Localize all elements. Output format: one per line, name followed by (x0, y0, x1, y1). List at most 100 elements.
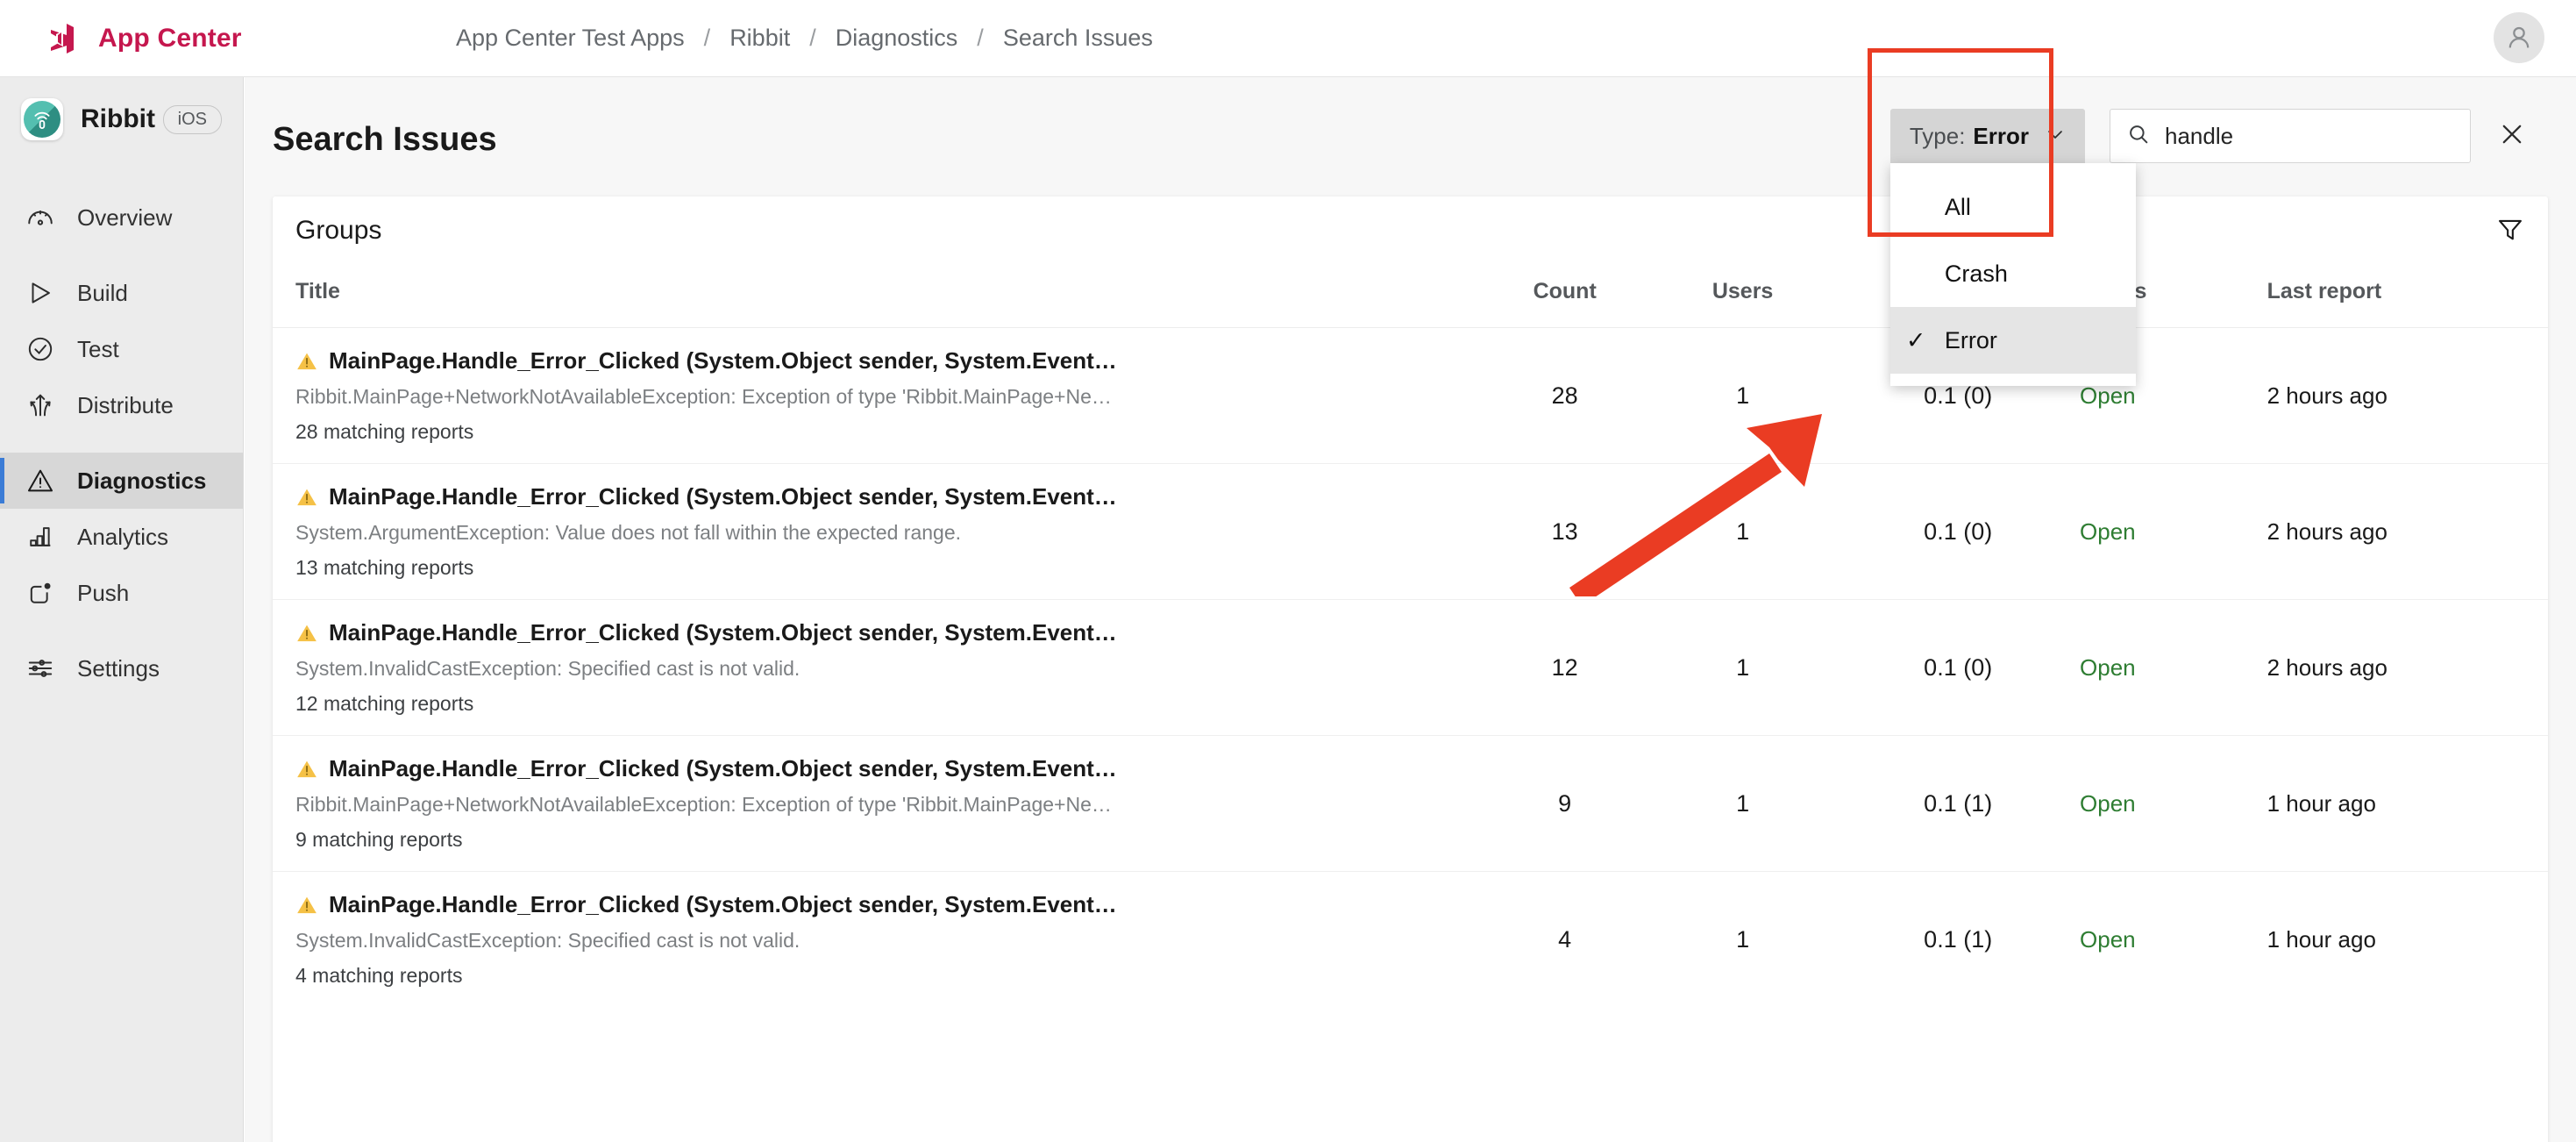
gauge-icon (23, 200, 58, 235)
cell-last-report: 2 hours ago (2266, 599, 2548, 736)
sidebar-item-label: Diagnostics (77, 467, 207, 494)
issue-title: MainPage.Handle_Error_Clicked (System.Ob… (329, 755, 1117, 782)
issues-table-body: MainPage.Handle_Error_Clicked (System.Ob… (273, 327, 2548, 1008)
search-icon (2126, 122, 2151, 151)
dropdown-option-error[interactable]: ✓ Error (1889, 307, 2136, 374)
issue-title: MainPage.Handle_Error_Clicked (System.Ob… (329, 891, 1117, 917)
issues-table: Title Count Users Status Last report (273, 265, 2548, 1007)
type-filter-button[interactable]: Type: Error (1889, 109, 2085, 163)
groups-card-title: Groups (295, 216, 382, 245)
dropdown-option-all[interactable]: All (1890, 174, 2136, 240)
table-row[interactable]: MainPage.Handle_Error_Clicked (System.Ob… (273, 327, 2548, 464)
sidebar-item-label: Overview (77, 203, 173, 231)
column-header-users[interactable]: Users (1648, 265, 1837, 328)
sidebar-item-label: Build (77, 279, 128, 306)
column-header-last-report[interactable]: Last report (2266, 265, 2548, 328)
sidebar-item-push[interactable]: Push (0, 565, 243, 621)
cell-title: MainPage.Handle_Error_Clicked (System.Ob… (273, 327, 1481, 464)
cell-users: 1 (1648, 735, 1837, 872)
cell-rate: 0.1 (0) (1836, 599, 2081, 736)
groups-card: Groups Title Count Users Status Last re (273, 196, 2548, 1142)
app-center-logo-icon (44, 21, 79, 56)
search-input-value: handle (2165, 122, 2234, 149)
table-row[interactable]: MainPage.Handle_Error_Clicked (System.Ob… (273, 463, 2548, 600)
checkmark-icon: ✓ (1905, 326, 1926, 353)
cell-title: MainPage.Handle_Error_Clicked (System.Ob… (273, 599, 1481, 736)
sidebar-item-overview[interactable]: Overview (0, 189, 243, 246)
type-filter-label: Type: (1909, 122, 1966, 149)
cell-last-report: 1 hour ago (2266, 735, 2548, 872)
type-filter-value: Error (1973, 122, 2029, 149)
breadcrumb-separator: / (977, 25, 984, 51)
cell-last-report: 2 hours ago (2266, 327, 2548, 464)
issue-description: Ribbit.MainPage+NetworkNotAvailableExcep… (295, 793, 1112, 816)
bar-chart-icon (23, 519, 58, 554)
cell-users: 1 (1648, 599, 1837, 736)
type-filter-wrapper: Type: Error All Crash ✓ Error (1889, 109, 2136, 386)
ribbit-app-icon (21, 98, 63, 140)
table-row[interactable]: MainPage.Handle_Error_Clicked (System.Ob… (273, 735, 2548, 872)
sidebar-item-label: Test (77, 335, 119, 362)
search-input[interactable]: handle (2110, 109, 2471, 163)
breadcrumb-item-0[interactable]: App Center Test Apps (456, 25, 685, 52)
type-filter-dropdown: All Crash ✓ Error (1889, 163, 2136, 386)
sidebar-item-test[interactable]: Test (0, 321, 243, 377)
page-title: Search Issues (273, 121, 497, 158)
table-row[interactable]: MainPage.Handle_Error_Clicked (System.Ob… (273, 599, 2548, 736)
issue-description: System.InvalidCastException: Specified c… (295, 657, 801, 680)
check-circle-icon (23, 332, 58, 367)
push-notification-icon (23, 575, 58, 610)
cell-title: MainPage.Handle_Error_Clicked (System.Ob… (273, 872, 1481, 1008)
issue-title: MainPage.Handle_Error_Clicked (System.Ob… (329, 619, 1117, 646)
issue-title: MainPage.Handle_Error_Clicked (System.Ob… (329, 483, 1117, 510)
issue-reports-count: 28 matching reports (295, 420, 474, 443)
cell-count: 28 (1480, 327, 1649, 464)
sidebar-item-distribute[interactable]: Distribute (0, 377, 243, 433)
sliders-icon (23, 651, 58, 686)
issue-reports-count: 9 matching reports (295, 828, 463, 851)
cell-rate: 0.1 (0) (1836, 463, 2081, 600)
search-toolbar: Type: Error All Crash ✓ Error handle (1889, 109, 2527, 386)
sidebar-item-analytics[interactable]: Analytics (0, 509, 243, 565)
sidebar-item-build[interactable]: Build (0, 265, 243, 321)
app-root: App Center App Center Test Apps / Ribbit… (0, 0, 2576, 1142)
breadcrumb-item-1[interactable]: Ribbit (729, 25, 790, 52)
user-avatar-icon[interactable] (2494, 12, 2544, 63)
chevron-down-icon (2045, 124, 2066, 149)
issues-table-head: Title Count Users Status Last report (273, 265, 2548, 328)
sidebar-app-header[interactable]: Ribbit iOS (0, 77, 243, 161)
dropdown-option-crash[interactable]: Crash (1890, 240, 2136, 307)
platform-badge: iOS (162, 104, 222, 134)
cell-count: 9 (1480, 735, 1649, 872)
warning-triangle-icon (295, 622, 318, 649)
status-badge: Open (2080, 925, 2136, 953)
issue-reports-count: 13 matching reports (295, 556, 474, 579)
close-icon[interactable] (2497, 119, 2527, 153)
cell-users: 1 (1648, 327, 1837, 464)
warning-triangle-icon (23, 463, 58, 498)
warning-triangle-icon (295, 486, 318, 513)
funnel-filter-icon[interactable] (2495, 214, 2525, 248)
sidebar-app-name: Ribbit (81, 104, 155, 133)
dropdown-option-label: All (1944, 193, 1971, 220)
cell-users: 1 (1648, 463, 1837, 600)
cell-users: 1 (1736, 925, 1750, 953)
sidebar-item-settings[interactable]: Settings (0, 640, 243, 696)
breadcrumb-item-2[interactable]: Diagnostics (836, 25, 958, 52)
play-icon (23, 275, 58, 310)
distribute-arrows-icon (23, 388, 58, 423)
cell-rate: 0.1 (1) (1924, 925, 1993, 953)
sidebar-item-diagnostics[interactable]: Diagnostics (0, 453, 243, 509)
table-row[interactable]: MainPage.Handle_Error_Clicked (System.Ob… (273, 872, 2548, 1008)
sidebar-nav: Overview Build Test Distribute Diagnosti… (0, 189, 243, 696)
issue-title: MainPage.Handle_Error_Clicked (System.Ob… (329, 347, 1117, 374)
breadcrumb-item-3[interactable]: Search Issues (1003, 25, 1153, 52)
column-header-title[interactable]: Title (273, 265, 1481, 328)
column-header-count[interactable]: Count (1480, 265, 1649, 328)
brand[interactable]: App Center (0, 21, 456, 56)
issue-description: Ribbit.MainPage+NetworkNotAvailableExcep… (295, 385, 1112, 408)
warning-triangle-icon (295, 350, 318, 377)
breadcrumb-separator: / (703, 25, 711, 51)
issue-description: System.ArgumentException: Value does not… (295, 521, 962, 544)
status-badge: Open (2080, 735, 2267, 872)
